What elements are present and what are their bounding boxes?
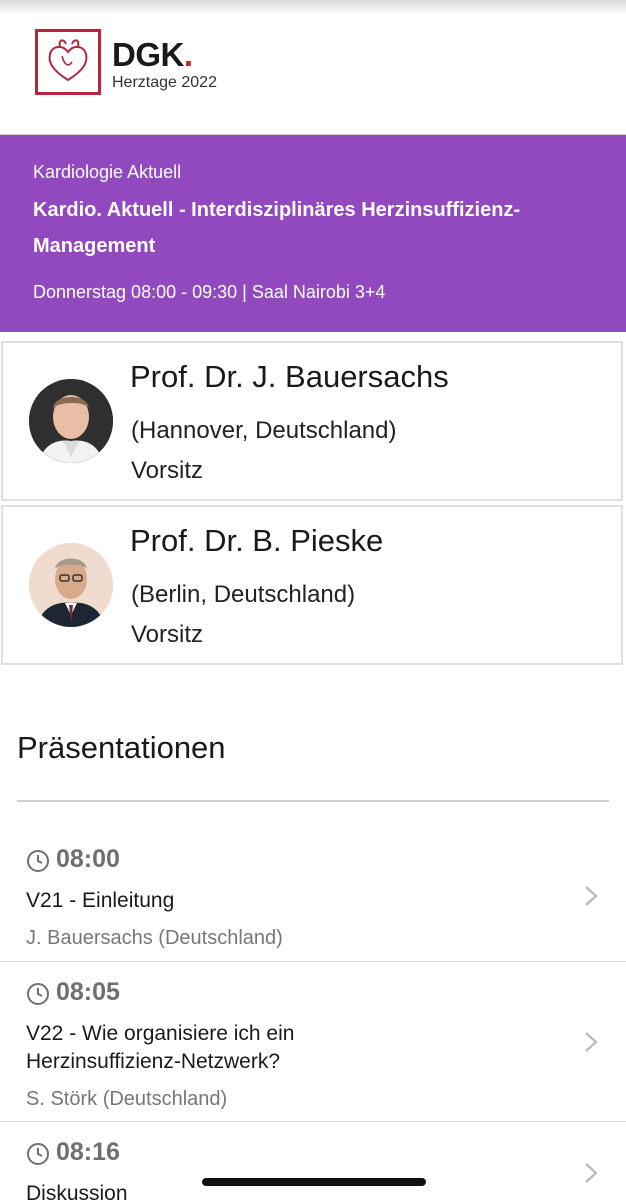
session-banner: Kardiologie Aktuell Kardio. Aktuell - In… <box>0 135 626 332</box>
chair-location: (Berlin, Deutschland) <box>131 581 356 608</box>
presentation-item[interactable]: 08:16 Diskussion <box>0 1138 626 1200</box>
home-indicator[interactable] <box>202 1178 426 1186</box>
presentation-speaker: S. Störk (Deutschland) <box>26 1088 228 1110</box>
session-title: Kardio. Aktuell - Interdisziplinäres Her… <box>33 199 521 257</box>
heart-logo-icon <box>35 29 101 95</box>
list-divider <box>0 1121 626 1122</box>
chair-name: Prof. Dr. B. Pieske <box>130 523 384 558</box>
session-category: Kardiologie Aktuell <box>33 162 182 182</box>
clock-icon <box>27 983 49 1005</box>
session-datetime-room: Donnerstag 08:00 - 09:30 | Saal Nairobi … <box>33 282 386 302</box>
avatar <box>29 543 113 627</box>
section-divider <box>17 800 609 802</box>
chevron-right-icon <box>585 1163 598 1183</box>
chair-location: (Hannover, Deutschland) <box>131 417 397 444</box>
app-header: DGK. Herztage 2022 <box>0 0 626 135</box>
presentation-time: 08:05 <box>56 978 120 1006</box>
chair-name: Prof. Dr. J. Bauersachs <box>130 359 449 394</box>
logo-subtitle: Herztage 2022 <box>112 74 217 91</box>
avatar <box>29 379 113 463</box>
logo-wordmark: DGK. <box>112 36 193 73</box>
presentation-title: V21 - Einleitung <box>26 889 175 912</box>
chair-role: Vorsitz <box>131 457 204 484</box>
presentation-title: V22 - Wie organisiere ich ein Herzinsuff… <box>26 1022 295 1073</box>
chevron-right-icon <box>585 886 598 906</box>
presentations-heading: Präsentationen <box>17 730 226 765</box>
presentation-time: 08:16 <box>56 1138 120 1166</box>
presentation-time: 08:00 <box>56 845 120 873</box>
list-divider <box>0 961 626 962</box>
chair-card-bauersachs[interactable]: Prof. Dr. J. Bauersachs (Hannover, Deuts… <box>1 341 623 501</box>
chair-card-pieske[interactable]: Prof. Dr. B. Pieske (Berlin, Deutschland… <box>1 505 623 665</box>
clock-icon <box>27 850 49 872</box>
chair-role: Vorsitz <box>131 621 204 648</box>
clock-icon <box>27 1143 49 1165</box>
presentation-speaker: J. Bauersachs (Deutschland) <box>26 927 283 949</box>
presentation-item[interactable]: 08:05 V22 - Wie organisiere ich ein Herz… <box>0 978 626 1121</box>
presentation-item[interactable]: 08:00 V21 - Einleitung J. Bauersachs (De… <box>0 845 626 961</box>
chevron-right-icon <box>585 1032 598 1052</box>
